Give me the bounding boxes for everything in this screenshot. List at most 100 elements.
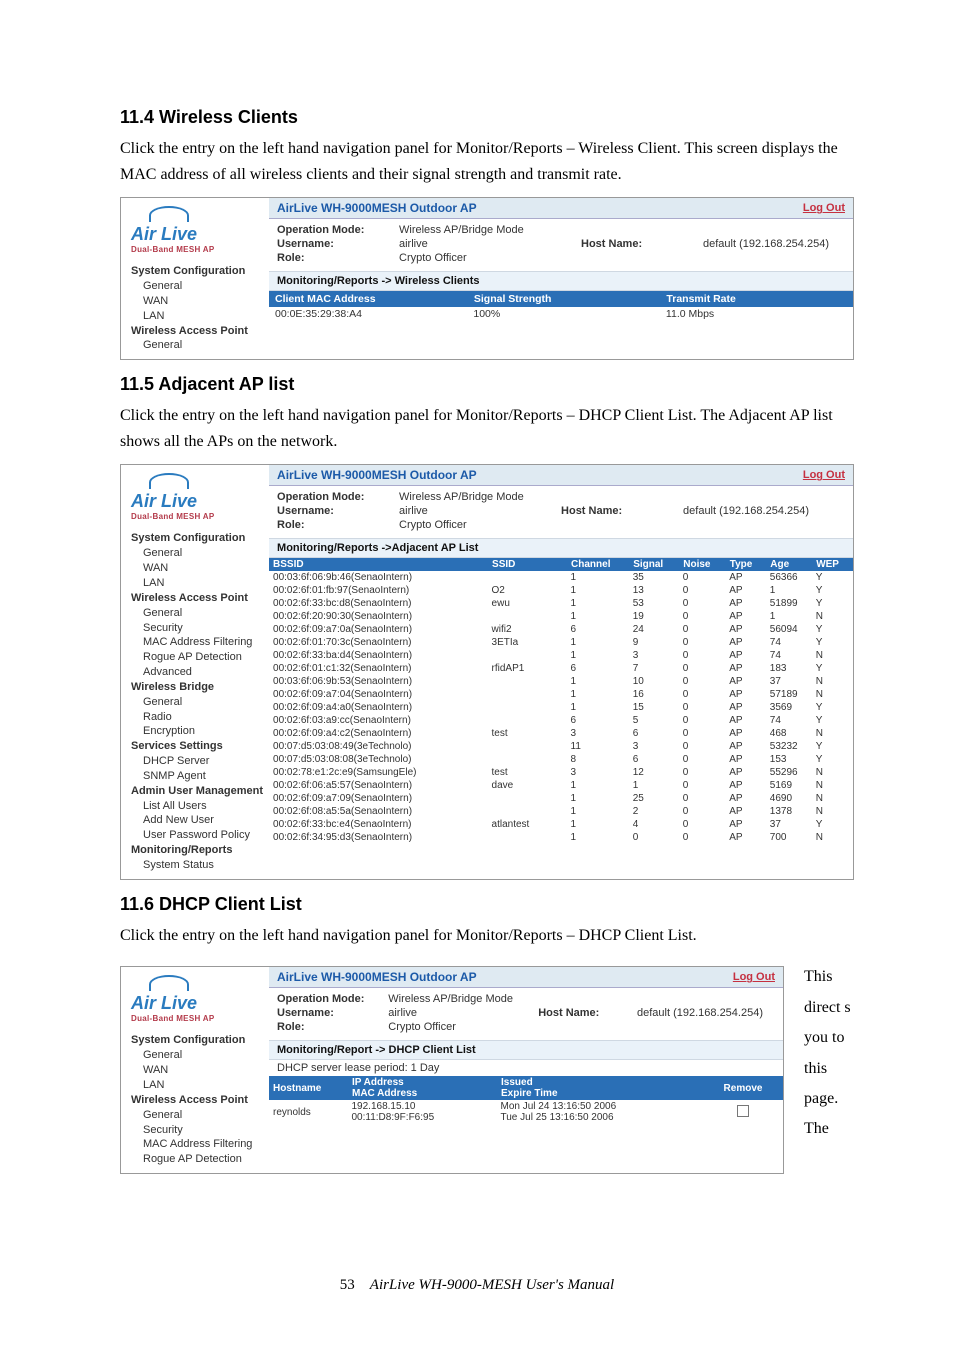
col-tx-rate: Transmit Rate: [660, 291, 853, 307]
page-number: 53: [340, 1277, 355, 1293]
cell: Y: [812, 584, 853, 597]
col-issued-expire: Issued Expire Time: [497, 1076, 704, 1100]
cell: 74: [766, 649, 812, 662]
cell: 00:02:6f:09:a7:04(SenaoIntern): [269, 688, 488, 701]
nav-item[interactable]: Security: [131, 1123, 263, 1138]
table-row: 00:02:6f:03:a9:cc(SenaoIntern)650AP74Y: [269, 714, 852, 727]
nav-item[interactable]: SNMP Agent: [131, 769, 263, 784]
cell: 11: [567, 740, 629, 753]
nav-item[interactable]: MAC Address Filtering: [131, 1137, 263, 1152]
cell: 3ETIa: [488, 636, 567, 649]
nav-item[interactable]: Encryption: [131, 724, 263, 739]
nav-item[interactable]: Rogue AP Detection: [131, 1152, 263, 1167]
cell: atlantest: [488, 818, 567, 831]
cell: 0: [679, 584, 725, 597]
nav-item[interactable]: LAN: [131, 309, 263, 324]
col-ip-mac: IP Address MAC Address: [348, 1076, 497, 1100]
nav-group[interactable]: Wireless Bridge: [131, 680, 263, 695]
nav-item[interactable]: WAN: [131, 294, 263, 309]
para-11-6-right: This direct s you to this page. The: [804, 962, 854, 1144]
para-11-5: Click the entry on the left hand navigat…: [120, 403, 854, 454]
nav-item[interactable]: System Status: [131, 858, 263, 873]
cell: 0: [679, 623, 725, 636]
role-label: Role:: [277, 518, 399, 532]
nav-item[interactable]: General: [131, 338, 263, 353]
cell: 1: [567, 701, 629, 714]
cell: 1: [567, 688, 629, 701]
col-channel: Channel: [567, 558, 629, 571]
nav-item[interactable]: LAN: [131, 576, 263, 591]
nav-item[interactable]: General: [131, 279, 263, 294]
nav-group[interactable]: Wireless Access Point: [131, 591, 263, 606]
cell: AP: [725, 597, 766, 610]
role-label: Role:: [277, 251, 399, 265]
cell: 16: [629, 688, 679, 701]
cell: 6: [567, 662, 629, 675]
cell: 00:02:6f:08:a5:5a(SenaoIntern): [269, 805, 488, 818]
cell: [488, 831, 567, 844]
nav-item[interactable]: WAN: [131, 561, 263, 576]
nav-group[interactable]: System Configuration: [131, 1033, 263, 1048]
logout-link[interactable]: Log Out: [803, 469, 845, 481]
nav-item[interactable]: DHCP Server: [131, 754, 263, 769]
col-signal: Signal Strength: [467, 291, 660, 307]
cell: AP: [725, 805, 766, 818]
nav-group[interactable]: Admin User Management: [131, 784, 263, 799]
cell: 1378: [766, 805, 812, 818]
cell: 53: [629, 597, 679, 610]
table-row: 00:02:6f:33:ba:d4(SenaoIntern)130AP74N: [269, 649, 852, 662]
logout-link[interactable]: Log Out: [733, 971, 775, 983]
table-row: 00:03:6f:06:9b:46(SenaoIntern)1350AP5636…: [269, 571, 852, 584]
cell: 0: [679, 727, 725, 740]
cell-ip-mac: 192.168.15.1000:11:D8:9F:F6:95: [348, 1100, 497, 1124]
table-row: 00:02:6f:09:a7:09(SenaoIntern)1250AP4690…: [269, 792, 852, 805]
remove-checkbox[interactable]: [737, 1105, 749, 1117]
cell: Y: [812, 818, 853, 831]
nav-group[interactable]: Wireless Access Point: [131, 1093, 263, 1108]
cell: 00:02:6f:09:a4:a0(SenaoIntern): [269, 701, 488, 714]
nav-group[interactable]: Monitoring/Reports: [131, 843, 263, 858]
nav-group[interactable]: System Configuration: [131, 264, 263, 279]
cell: N: [812, 675, 853, 688]
cell: AP: [725, 727, 766, 740]
nav-item[interactable]: General: [131, 1108, 263, 1123]
nav-item[interactable]: Rogue AP Detection: [131, 650, 263, 665]
nav-item[interactable]: General: [131, 546, 263, 561]
nav-item[interactable]: MAC Address Filtering: [131, 635, 263, 650]
nav-item[interactable]: Radio: [131, 710, 263, 725]
nav-item[interactable]: General: [131, 1048, 263, 1063]
nav-item[interactable]: General: [131, 606, 263, 621]
nav-item[interactable]: General: [131, 695, 263, 710]
cell: 15: [629, 701, 679, 714]
username-value: airlive: [399, 504, 561, 518]
nav-group[interactable]: System Configuration: [131, 531, 263, 546]
cell: N: [812, 805, 853, 818]
table-row: 00:02:6f:09:a7:0a(SenaoIntern)wifi26240A…: [269, 623, 852, 636]
cell: 5169: [766, 779, 812, 792]
nav-item[interactable]: Advanced: [131, 665, 263, 680]
cell: 00:02:6f:33:bc:e4(SenaoIntern): [269, 818, 488, 831]
table-row: 00:02:6f:33:bc:d8(SenaoIntern)ewu1530AP5…: [269, 597, 852, 610]
cell: AP: [725, 675, 766, 688]
cell: 25: [629, 792, 679, 805]
logout-link[interactable]: Log Out: [803, 202, 845, 214]
cell: Y: [812, 662, 853, 675]
cell: 0: [679, 714, 725, 727]
nav-item[interactable]: LAN: [131, 1078, 263, 1093]
logo-text: Air Live: [131, 224, 263, 245]
nav-item[interactable]: WAN: [131, 1063, 263, 1078]
cell: [488, 805, 567, 818]
cell: 0: [679, 649, 725, 662]
cell: 8: [567, 753, 629, 766]
cell: 56366: [766, 571, 812, 584]
username-label: Username:: [277, 237, 399, 251]
cell: 00:02:6f:33:ba:d4(SenaoIntern): [269, 649, 488, 662]
nav-item[interactable]: User Password Policy: [131, 828, 263, 843]
nav-item[interactable]: Security: [131, 621, 263, 636]
nav-group[interactable]: Wireless Access Point: [131, 324, 263, 339]
nav-group[interactable]: Services Settings: [131, 739, 263, 754]
nav-item[interactable]: List All Users: [131, 799, 263, 814]
nav-item[interactable]: Add New User: [131, 813, 263, 828]
cell: 19: [629, 610, 679, 623]
table-row: 00:02:6f:09:a4:a0(SenaoIntern)1150AP3569…: [269, 701, 852, 714]
